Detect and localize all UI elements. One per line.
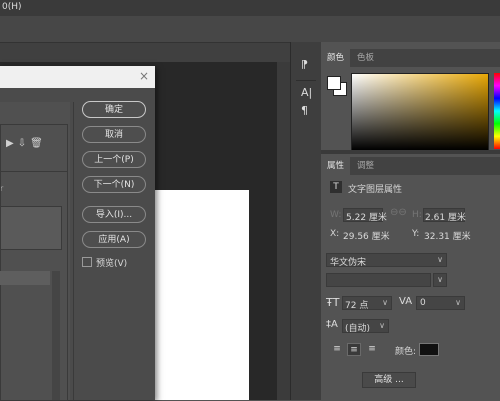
dialog-toolbar-icons: ▶⇩🗑: [6, 138, 47, 149]
color-label: 颜色:: [395, 347, 417, 357]
w-value: 5.22 厘米: [346, 213, 387, 223]
play-icon[interactable]: ▶: [6, 138, 18, 149]
tab-swatches[interactable]: 色板: [351, 49, 380, 67]
document-canvas[interactable]: [153, 190, 249, 400]
workspace-scrollbar[interactable]: [277, 62, 290, 400]
w-label: W:: [330, 210, 342, 220]
chevron-down-icon: ∨: [437, 275, 443, 284]
import-icon[interactable]: ⇩: [18, 138, 30, 149]
previous-button[interactable]: 上一个(P): [82, 151, 146, 168]
tab-properties[interactable]: 属性: [321, 157, 351, 175]
panel-divider: [321, 150, 500, 154]
dialog-titlebar[interactable]: ×: [0, 66, 155, 88]
chevron-down-icon: ∨: [382, 298, 388, 307]
align-left-icon[interactable]: ≡: [330, 343, 344, 356]
advanced-button[interactable]: 高级 ...: [362, 372, 416, 388]
import-button[interactable]: 导入(I)...: [82, 206, 146, 223]
dialog: × ▶⇩🗑 r 确定 取消 上一个(P) 下一个(N) 导入(I)... 应用(…: [0, 66, 155, 401]
tracking-value: 0: [420, 298, 426, 308]
font-size-icon: ŦT: [326, 296, 340, 309]
align-center-icon[interactable]: ≡: [347, 343, 361, 356]
paragraph-panel-icon[interactable]: ¶: [301, 104, 308, 117]
menu-help-fragment[interactable]: 0(H): [2, 2, 22, 12]
preview-checkbox[interactable]: [82, 257, 92, 267]
brush-settings-icon[interactable]: ⁋: [301, 58, 308, 71]
type-layer-icon: T: [330, 181, 342, 193]
hue-slider[interactable]: [494, 73, 500, 149]
tab-adjustments[interactable]: 调整: [351, 157, 380, 175]
link-icon: ⊖⊖: [390, 207, 407, 218]
menu-bar: 0(H): [0, 0, 500, 16]
properties-panel-tabs: 属性 调整: [321, 157, 500, 175]
cancel-button[interactable]: 取消: [82, 126, 146, 143]
chevron-down-icon: ∨: [455, 298, 461, 307]
dialog-divider: [73, 102, 74, 400]
align-right-icon[interactable]: ≡: [365, 343, 379, 356]
strip-separator: [296, 80, 316, 81]
ok-button[interactable]: 确定: [82, 101, 146, 118]
tracking-icon: VA: [399, 296, 413, 307]
dialog-list-row[interactable]: [0, 271, 50, 285]
leading-icon: ‡A: [326, 319, 338, 330]
h-label: H:: [412, 210, 422, 220]
font-size-select[interactable]: 72 点 ∨: [342, 296, 392, 311]
next-button[interactable]: 下一个(N): [82, 176, 146, 193]
layer-kind-label: 文字图层属性: [348, 185, 403, 195]
options-bar: [0, 16, 500, 42]
font-family-select[interactable]: 华文伪宋 ∨: [326, 253, 447, 268]
leading-value: (自动): [345, 324, 371, 334]
close-icon[interactable]: ×: [139, 69, 149, 83]
panel-icon-strip: ⁋ A| ¶: [290, 42, 321, 400]
tracking-select[interactable]: 0 ∨: [416, 296, 465, 310]
tab-color[interactable]: 颜色: [321, 49, 351, 67]
font-size-value: 72 点: [345, 301, 369, 311]
dialog-list-selected[interactable]: [0, 206, 62, 250]
preview-label: 预览(V): [96, 259, 128, 269]
dialog-list-scrollbar[interactable]: [52, 271, 60, 400]
chevron-down-icon: ∨: [379, 321, 385, 330]
document-tab-bar: [0, 42, 290, 63]
apply-button[interactable]: 应用(A): [82, 231, 146, 248]
foreground-color-swatch[interactable]: [327, 76, 341, 90]
y-label: Y:: [412, 229, 420, 239]
chevron-down-icon: ∨: [437, 255, 443, 264]
color-panel-tabs: 颜色 色板: [321, 49, 500, 67]
trash-icon[interactable]: 🗑: [30, 138, 47, 149]
font-family-value: 华文伪宋: [330, 258, 367, 268]
character-panel-icon[interactable]: A|: [301, 86, 312, 99]
x-label: X:: [330, 229, 340, 239]
text-color-swatch[interactable]: [419, 343, 439, 356]
font-style-arrow[interactable]: ∨: [433, 273, 447, 287]
h-value: 2.61 厘米: [425, 213, 466, 223]
y-value[interactable]: 32.31 厘米: [424, 229, 471, 242]
x-value[interactable]: 29.56 厘米: [343, 229, 390, 242]
font-style-select[interactable]: [326, 273, 431, 287]
color-field[interactable]: [351, 73, 489, 151]
leading-select[interactable]: (自动) ∨: [342, 319, 389, 334]
